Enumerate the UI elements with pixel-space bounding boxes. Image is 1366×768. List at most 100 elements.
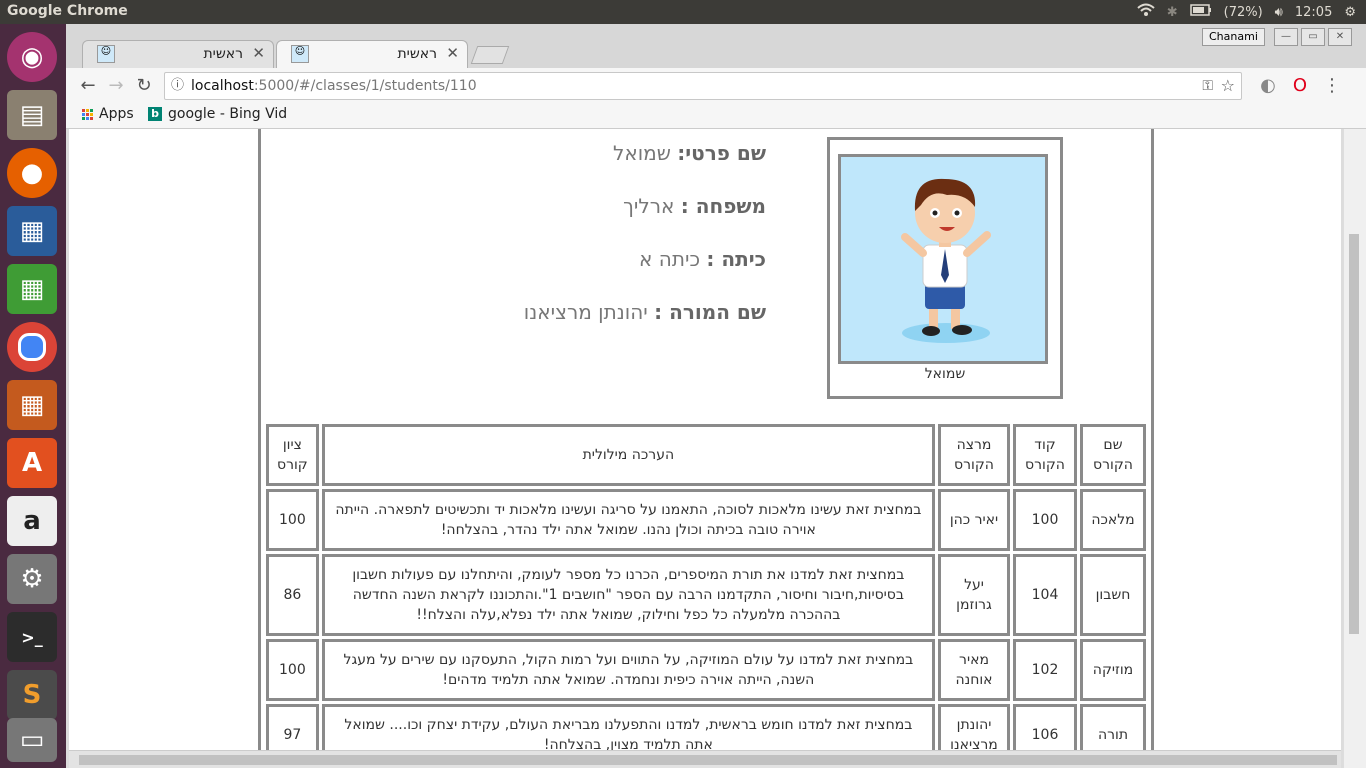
back-icon[interactable]: ← bbox=[76, 74, 100, 98]
apps-grid-icon bbox=[82, 108, 93, 120]
star-icon[interactable]: ☆ bbox=[1221, 73, 1235, 99]
settings-icon[interactable]: ⚙ bbox=[7, 554, 57, 604]
bing-label: google - Bing Vid bbox=[168, 106, 288, 122]
cell-course-code: 104 bbox=[1013, 554, 1077, 636]
vertical-scrollbar[interactable] bbox=[1343, 129, 1366, 768]
calc-icon[interactable]: ▦ bbox=[7, 264, 57, 314]
favicon-icon: ☺ bbox=[97, 45, 115, 63]
files-icon[interactable]: ▤ bbox=[7, 90, 57, 140]
cell-course-name: תורה bbox=[1080, 704, 1146, 750]
url-host: localhost bbox=[191, 78, 254, 94]
cell-grade: 100 bbox=[266, 639, 319, 701]
forward-icon[interactable]: → bbox=[104, 74, 128, 98]
cell-lecturer: מאיר אוחנה bbox=[938, 639, 1010, 701]
key-icon[interactable]: ⚿ bbox=[1202, 73, 1213, 99]
student-photo-card: שמואל bbox=[827, 137, 1063, 399]
horizontal-scroll-thumb[interactable] bbox=[79, 755, 1337, 765]
cell-assessment: במחצית זאת למדנו את תורת המיספרים, הכרנו… bbox=[321, 554, 935, 636]
terminal-icon[interactable]: >_ bbox=[7, 612, 57, 662]
top-panel: Google Chrome ✱ (72%) 🔊︎ 12:05 ⚙ bbox=[0, 0, 1366, 24]
amazon-icon[interactable]: a bbox=[7, 496, 57, 546]
close-window-button[interactable]: ✕ bbox=[1328, 28, 1352, 46]
tab-2[interactable]: ☺ ראשית ✕ bbox=[276, 40, 468, 69]
tab-title: ראשית bbox=[397, 46, 437, 62]
opera-icon[interactable]: O bbox=[1288, 74, 1312, 98]
maximize-button[interactable]: ▭ bbox=[1301, 28, 1325, 46]
profile-button[interactable]: Chanami bbox=[1202, 28, 1265, 46]
tab-title: ראשית bbox=[203, 46, 243, 62]
launcher: ◉ ▤ ● ▦ ▦ ▦ A a ⚙ >_ S ▭ bbox=[0, 24, 66, 768]
cell-lecturer: יהונתן מרציאנו bbox=[938, 704, 1010, 750]
last-name-value: ארליך bbox=[623, 194, 675, 218]
cell-course-code: 102 bbox=[1013, 639, 1077, 701]
cell-course-name: מוזיקה bbox=[1080, 639, 1146, 701]
info-icon[interactable]: ⓘ bbox=[171, 73, 184, 99]
volume-icon[interactable]: 🔊︎ bbox=[1275, 5, 1283, 20]
apps-label: Apps bbox=[99, 106, 134, 122]
impress-icon[interactable]: ▦ bbox=[7, 380, 57, 430]
cell-course-code: 106 bbox=[1013, 704, 1077, 750]
col-course-name: שם הקורס bbox=[1080, 424, 1146, 486]
first-name-value: שמואל bbox=[612, 141, 671, 165]
disk-icon[interactable]: ▭ bbox=[7, 718, 57, 762]
browser-toolbar: ← → ↻ ⓘ localhost:5000/#/classes/1/stude… bbox=[66, 68, 1366, 104]
cell-assessment: במחצית זאת למדנו על עולם המוזיקה, על התו… bbox=[321, 639, 935, 701]
cell-course-name: מלאכה bbox=[1080, 489, 1146, 551]
class-value: כיתה א bbox=[639, 247, 701, 271]
apps-bookmark[interactable]: Apps bbox=[82, 106, 134, 122]
bluetooth-icon[interactable]: ✱ bbox=[1167, 5, 1178, 20]
close-icon[interactable]: ✕ bbox=[446, 44, 459, 62]
vertical-scroll-thumb[interactable] bbox=[1349, 234, 1359, 634]
url-path: :5000/#/classes/1/students/110 bbox=[253, 78, 477, 94]
cell-grade: 97 bbox=[266, 704, 319, 750]
minimize-button[interactable]: — bbox=[1274, 28, 1298, 46]
extension-icon[interactable]: ◐ bbox=[1256, 74, 1280, 98]
col-grade: ציון קורס bbox=[266, 424, 319, 486]
wifi-icon[interactable] bbox=[1137, 3, 1155, 21]
first-name-row: שם פרטי: שמואל bbox=[346, 141, 766, 165]
favicon-icon: ☺ bbox=[291, 45, 309, 63]
address-bar[interactable]: ⓘ localhost:5000/#/classes/1/students/11… bbox=[164, 72, 1242, 100]
student-page: שם פרטי: שמואל משפחה : ארליך כיתה : כיתה… bbox=[258, 129, 1154, 750]
bing-bookmark[interactable]: b google - Bing Vid bbox=[148, 106, 287, 122]
active-app-name: Google Chrome bbox=[7, 3, 128, 19]
horizontal-scrollbar[interactable] bbox=[69, 750, 1341, 768]
bing-icon: b bbox=[148, 107, 162, 121]
menu-icon[interactable]: ⋮ bbox=[1320, 74, 1344, 98]
page-viewport: שם פרטי: שמואל משפחה : ארליך כיתה : כיתה… bbox=[69, 129, 1341, 750]
ubuntu-logo-icon[interactable]: ◉ bbox=[7, 32, 57, 82]
battery-icon[interactable] bbox=[1189, 4, 1212, 20]
first-name-label: שם פרטי: bbox=[677, 141, 766, 165]
grades-table: שם הקורס קוד הקורס מרצה הקורס הערכה מילו… bbox=[263, 421, 1149, 750]
cell-grade: 86 bbox=[266, 554, 319, 636]
new-tab-button[interactable] bbox=[470, 46, 510, 64]
close-icon[interactable]: ✕ bbox=[252, 44, 265, 62]
teacher-row: שם המורה : יהונתן מרציאנו bbox=[346, 300, 766, 324]
table-row: מוזיקה 102 מאיר אוחנה במחצית זאת למדנו ע… bbox=[266, 639, 1146, 701]
class-row: כיתה : כיתה א bbox=[346, 247, 766, 271]
tab-strip: ☺ ראשית ✕ ☺ ראשית ✕ Chanami — ▭ ✕ bbox=[66, 24, 1366, 69]
chrome-icon[interactable] bbox=[7, 322, 57, 372]
sublime-icon[interactable]: S bbox=[7, 670, 57, 720]
class-label: כיתה : bbox=[706, 247, 766, 271]
clock[interactable]: 12:05 bbox=[1295, 5, 1332, 20]
table-row: מלאכה 100 יאיר כהן במחצית זאת עשינו מלאכ… bbox=[266, 489, 1146, 551]
cell-grade: 100 bbox=[266, 489, 319, 551]
writer-icon[interactable]: ▦ bbox=[7, 206, 57, 256]
tab-1[interactable]: ☺ ראשית ✕ bbox=[82, 40, 274, 69]
header-row: שם הקורס קוד הקורס מרצה הקורס הערכה מילו… bbox=[266, 424, 1146, 486]
browser-window: ☺ ראשית ✕ ☺ ראשית ✕ Chanami — ▭ ✕ ← → ↻ … bbox=[66, 24, 1366, 768]
table-row: תורה 106 יהונתן מרציאנו במחצית זאת למדנו… bbox=[266, 704, 1146, 750]
last-name-label: משפחה : bbox=[680, 194, 766, 218]
cell-lecturer: יאיר כהן bbox=[938, 489, 1010, 551]
col-course-code: קוד הקורס bbox=[1013, 424, 1077, 486]
reload-icon[interactable]: ↻ bbox=[132, 74, 156, 98]
col-assessment: הערכה מילולית bbox=[321, 424, 935, 486]
firefox-icon[interactable]: ● bbox=[7, 148, 57, 198]
battery-percent: (72%) bbox=[1223, 4, 1263, 20]
cell-assessment: במחצית זאת עשינו מלאכות לסוכה, התאמנו על… bbox=[321, 489, 935, 551]
gear-icon[interactable]: ⚙ bbox=[1344, 5, 1356, 20]
table-row: חשבון 104 יעל גרוזמן במחצית זאת למדנו את… bbox=[266, 554, 1146, 636]
teacher-value: יהונתן מרציאנו bbox=[523, 300, 648, 324]
software-center-icon[interactable]: A bbox=[7, 438, 57, 488]
